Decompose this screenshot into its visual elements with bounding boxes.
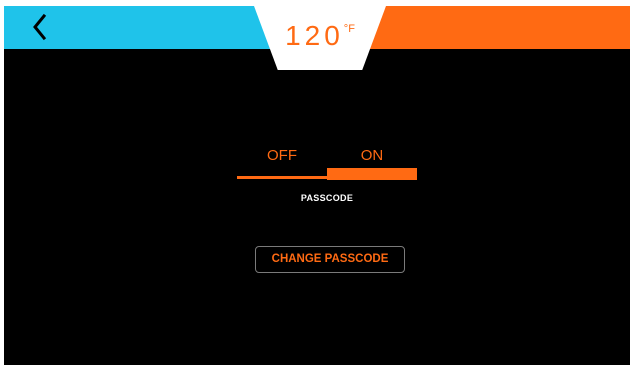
screen: 120°F OFF ON PASSCODE CHANGE PASSCODE	[4, 6, 630, 365]
toggle-on-option[interactable]: ON	[327, 147, 417, 164]
temperature-display: 120°F	[254, 22, 386, 50]
toggle-off-option[interactable]: OFF	[237, 147, 327, 164]
back-button[interactable]	[24, 12, 54, 42]
change-passcode-button[interactable]: CHANGE PASSCODE	[255, 246, 405, 273]
toggle-thumb[interactable]	[327, 168, 417, 180]
temperature-value: 120	[285, 20, 344, 51]
temperature-unit: °F	[343, 23, 355, 35]
passcode-toggle[interactable]: OFF ON	[237, 143, 417, 183]
passcode-label: PASSCODE	[300, 193, 354, 203]
chevron-left-icon	[33, 13, 47, 41]
